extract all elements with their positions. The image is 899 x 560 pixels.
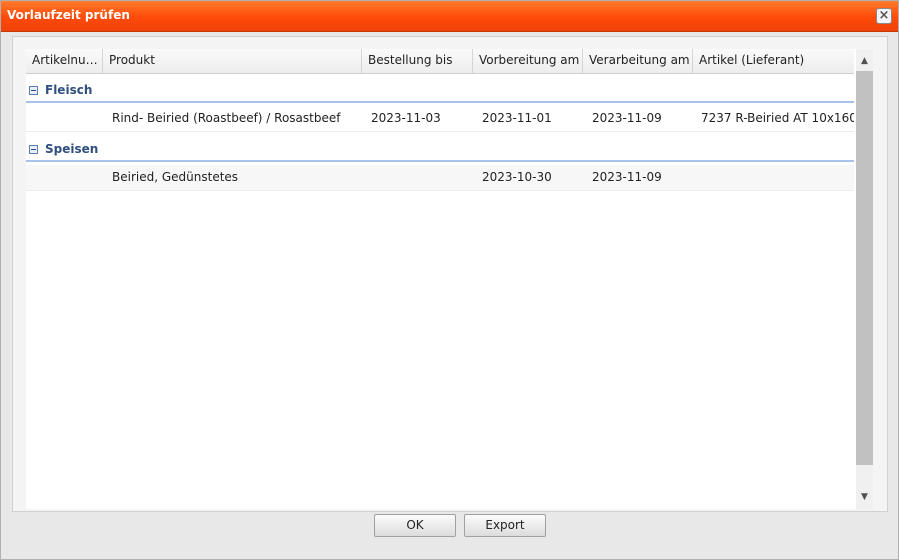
- dialog-body: Artikelnu… Produkt Bestellung bis Vorber…: [12, 36, 888, 512]
- column-header-artikel-lieferant[interactable]: Artikel (Lieferant): [693, 49, 854, 73]
- scroll-up-icon[interactable]: ▲: [856, 51, 873, 71]
- column-header-produkt[interactable]: Produkt: [103, 49, 362, 73]
- cell-produkt: Beiried, Gedünstetes: [112, 170, 239, 184]
- lead-time-grid: Artikelnu… Produkt Bestellung bis Vorber…: [26, 49, 873, 509]
- table-row[interactable]: Rind- Beiried (Roastbeef) / Rosastbeef 2…: [26, 106, 854, 132]
- table-row[interactable]: Beiried, Gedünstetes 2023-10-30 2023-11-…: [26, 165, 854, 191]
- cell-artikelnummer: [26, 106, 103, 131]
- dialog-title: Vorlaufzeit prüfen: [7, 8, 130, 22]
- vertical-scrollbar[interactable]: ▲ ▼: [856, 49, 873, 509]
- scrollbar-thumb[interactable]: [856, 71, 873, 465]
- vorlaufzeit-dialog: Vorlaufzeit prüfen × Artikelnu… Produkt …: [0, 0, 899, 560]
- group-title: Speisen: [45, 142, 99, 156]
- cell-verarbeitung-am: 2023-11-09: [592, 111, 662, 125]
- cell-vorbereitung-am: 2023-11-01: [482, 111, 552, 125]
- group-header-fleisch[interactable]: Fleisch: [26, 79, 854, 103]
- cell-bestellung-bis: [362, 165, 473, 190]
- dialog-titlebar[interactable]: Vorlaufzeit prüfen ×: [1, 1, 898, 32]
- cell-bestellung-bis: 2023-11-03: [371, 111, 441, 125]
- collapse-icon[interactable]: [29, 86, 38, 95]
- dialog-footer: OK Export: [1, 512, 898, 560]
- column-header-verarbeitung-am[interactable]: Verarbeitung am: [583, 49, 693, 73]
- column-header-vorbereitung-am[interactable]: Vorbereitung am: [473, 49, 583, 73]
- group-header-speisen[interactable]: Speisen: [26, 138, 854, 162]
- column-header-bestellung-bis[interactable]: Bestellung bis: [362, 49, 473, 73]
- close-icon[interactable]: ×: [876, 8, 892, 24]
- cell-artikelnummer: [26, 165, 103, 190]
- cell-produkt: Rind- Beiried (Roastbeef) / Rosastbeef: [112, 111, 341, 125]
- cell-artikel-lieferant: [693, 165, 854, 190]
- column-header-artikelnummer[interactable]: Artikelnu…: [26, 49, 103, 73]
- scroll-down-icon[interactable]: ▼: [856, 487, 873, 507]
- cell-vorbereitung-am: 2023-10-30: [482, 170, 552, 184]
- collapse-icon[interactable]: [29, 145, 38, 154]
- group-title: Fleisch: [45, 83, 93, 97]
- cell-artikel-lieferant: 7237 R-Beiried AT 10x160g: [701, 111, 854, 125]
- export-button[interactable]: Export: [464, 514, 546, 537]
- cell-verarbeitung-am: 2023-11-09: [592, 170, 662, 184]
- grid-header: Artikelnu… Produkt Bestellung bis Vorber…: [26, 49, 854, 74]
- ok-button[interactable]: OK: [374, 514, 456, 537]
